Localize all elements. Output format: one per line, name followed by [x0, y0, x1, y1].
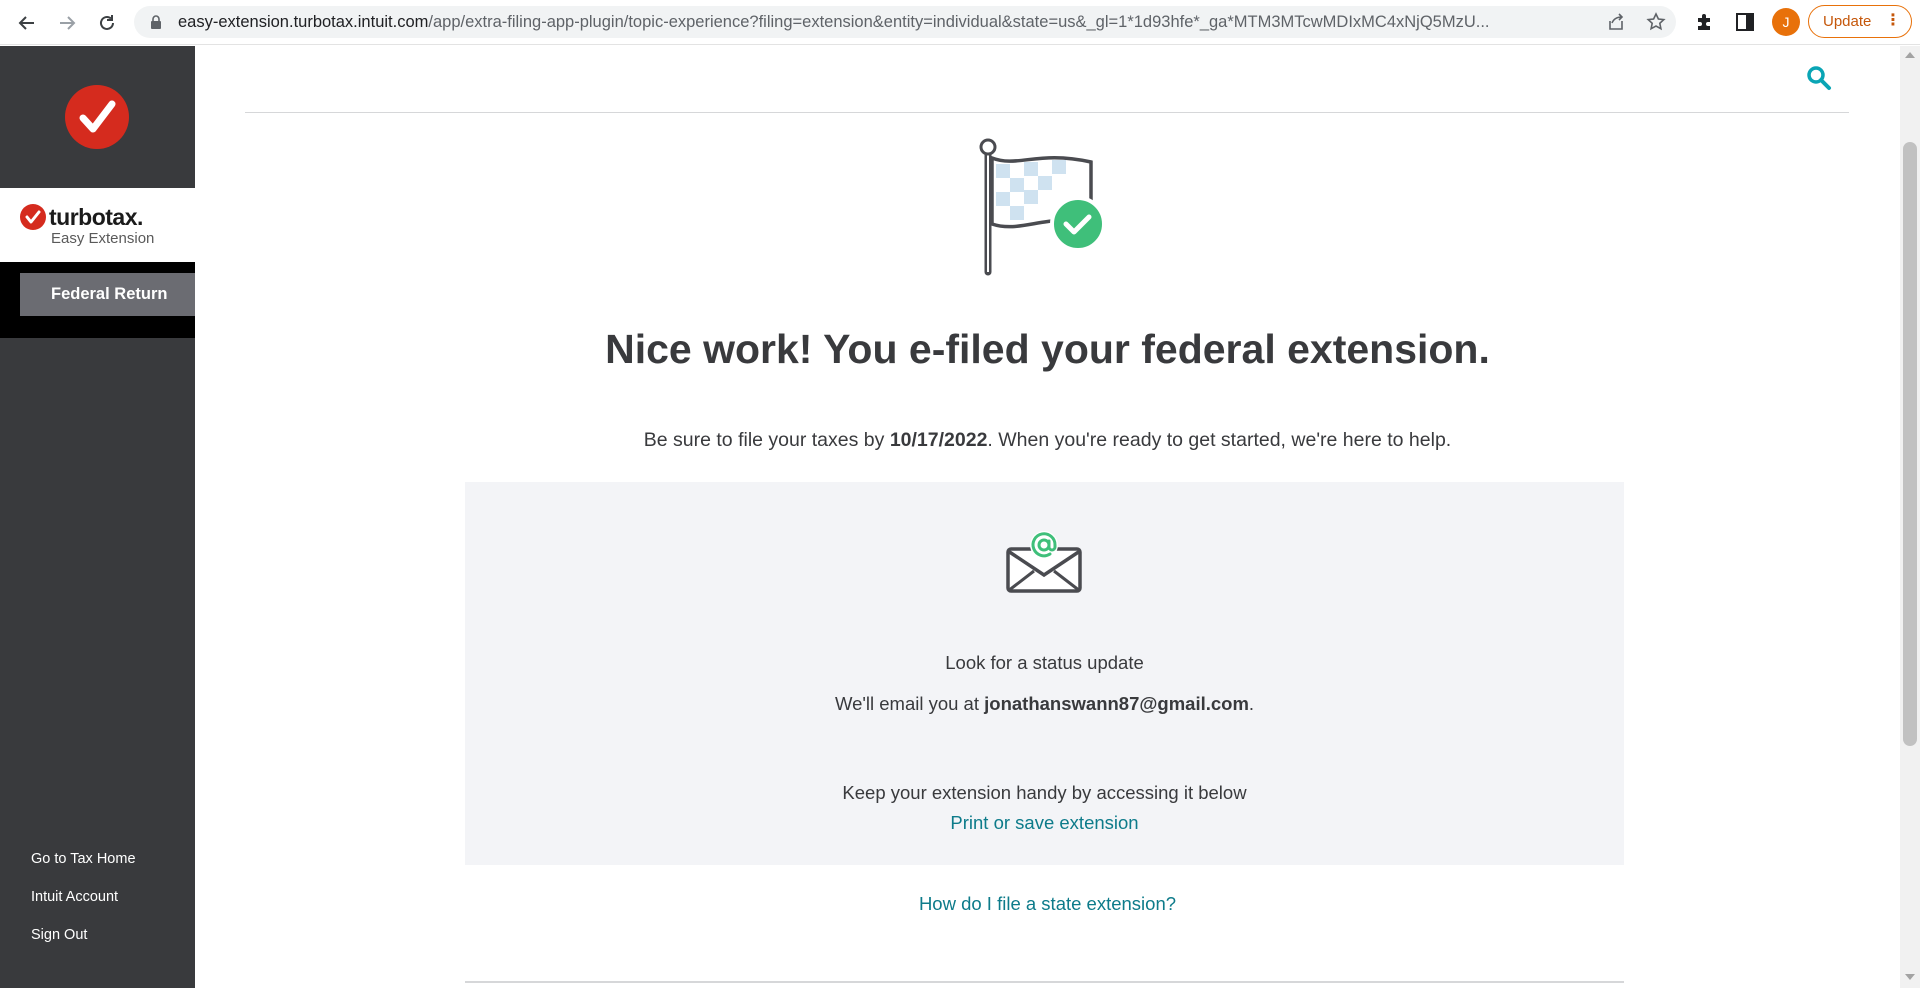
puzzle-icon[interactable] — [1694, 11, 1716, 33]
update-label: Update — [1823, 13, 1872, 30]
url-path: /app/extra-filing-app-plugin/topic-exper… — [428, 13, 1490, 31]
browser-toolbar: easy-extension.turbotax.intuit.com/app/e… — [0, 0, 1920, 45]
email-notice-text: We'll email you at — [834, 693, 985, 714]
brand-name: turbotax. — [49, 204, 143, 230]
file-by-text: Be sure to file your taxes by — [643, 429, 890, 451]
share-icon[interactable] — [1606, 12, 1626, 32]
state-extension-link[interactable]: How do I file a state extension? — [195, 893, 1900, 915]
main-content: Nice work! You e-filed your federal exte… — [195, 46, 1900, 988]
sidebar: turbotax. Easy Extension Federal Return … — [0, 46, 195, 988]
ready-text: . When you're ready to get started, we'r… — [987, 429, 1452, 451]
address-bar[interactable]: easy-extension.turbotax.intuit.com/app/e… — [134, 6, 1676, 38]
brand-box: turbotax. Easy Extension — [0, 188, 195, 262]
lock-icon — [151, 15, 161, 29]
arrow-right-icon — [60, 16, 76, 30]
sign-out-link[interactable]: Sign Out — [31, 927, 87, 943]
file-by-message: Be sure to file your taxes by 10/17/2022… — [195, 429, 1900, 452]
reload-button[interactable] — [92, 8, 122, 38]
turbotax-small-logo-icon — [20, 204, 46, 230]
federal-return-band: Federal Return — [0, 262, 195, 338]
top-divider — [245, 112, 1849, 113]
update-button[interactable]: Update ⋮ — [1808, 5, 1912, 38]
scroll-up-icon[interactable] — [1905, 52, 1915, 58]
go-to-tax-home-link[interactable]: Go to Tax Home — [31, 851, 136, 867]
page-scrollbar[interactable] — [1900, 46, 1920, 988]
search-icon[interactable] — [1805, 64, 1833, 92]
scroll-thumb[interactable] — [1903, 142, 1917, 746]
url-text[interactable]: easy-extension.turbotax.intuit.com/app/e… — [178, 13, 1588, 32]
turbotax-check-logo-icon[interactable] — [65, 85, 129, 149]
url-host: easy-extension.turbotax.intuit.com — [178, 13, 429, 31]
sidepanel-icon[interactable] — [1734, 11, 1756, 33]
forward-button[interactable] — [52, 8, 82, 38]
checkered-flag-icon — [979, 138, 1106, 276]
brand-subtitle: Easy Extension — [51, 230, 155, 247]
reload-icon — [100, 15, 114, 30]
sidebar-logo-area — [0, 46, 195, 188]
status-update-title: Look for a status update — [945, 652, 1144, 673]
arrow-left-icon — [18, 16, 34, 30]
star-icon[interactable] — [1646, 12, 1666, 32]
bottom-divider — [465, 981, 1624, 983]
email-address: jonathanswann87@gmail.com — [984, 693, 1249, 714]
federal-return-button[interactable]: Federal Return — [20, 273, 195, 316]
email-notice-period: . — [1248, 693, 1255, 714]
menu-dots-icon: ⋮ — [1885, 12, 1901, 29]
print-save-extension-link[interactable]: Print or save extension — [465, 812, 1624, 834]
scroll-down-icon[interactable] — [1905, 974, 1915, 980]
envelope-at-icon — [1006, 531, 1082, 593]
back-button[interactable] — [12, 8, 42, 38]
status-panel: Look for a status update We'll email you… — [465, 482, 1624, 865]
page-title: Nice work! You e-filed your federal exte… — [605, 326, 1490, 372]
intuit-account-link[interactable]: Intuit Account — [31, 889, 118, 905]
keep-extension-text: Keep your extension handy by accessing i… — [842, 782, 1247, 803]
deadline-date: 10/17/2022 — [889, 429, 988, 451]
email-notice: We'll email you at jonathanswann87@gmail… — [465, 693, 1624, 715]
profile-avatar[interactable]: J — [1772, 8, 1800, 36]
